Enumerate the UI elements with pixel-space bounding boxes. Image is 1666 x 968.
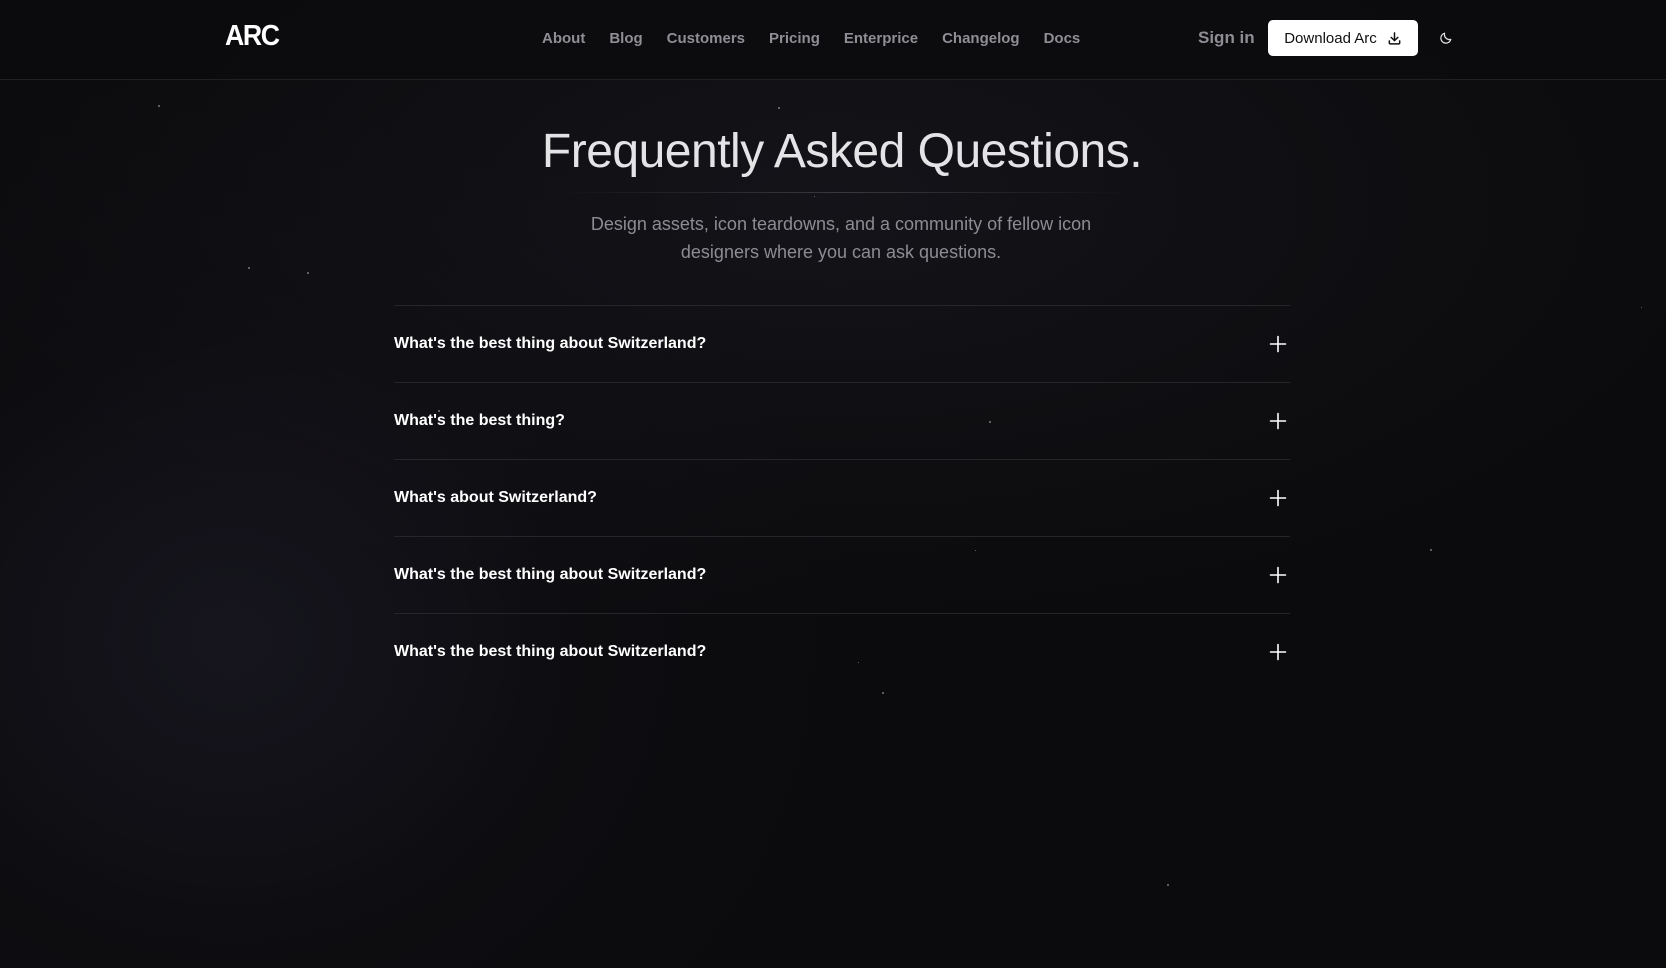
download-arc-button[interactable]: Download Arc bbox=[1268, 20, 1418, 56]
star-dot bbox=[158, 105, 160, 107]
faq-item[interactable]: What's the best thing about Switzerland? bbox=[394, 536, 1290, 613]
download-icon bbox=[1388, 31, 1401, 45]
plus-icon[interactable] bbox=[1268, 565, 1288, 585]
title-divider bbox=[553, 192, 1131, 193]
nav-link-enterprice[interactable]: Enterprice bbox=[844, 29, 918, 49]
star-dot bbox=[1167, 884, 1169, 886]
star-dot bbox=[814, 196, 815, 197]
nav-link-pricing[interactable]: Pricing bbox=[769, 29, 820, 49]
star-dot bbox=[1641, 307, 1642, 308]
page-subtitle: Design assets, icon teardowns, and a com… bbox=[590, 214, 1092, 262]
page-title: Frequently Asked Questions. bbox=[541, 125, 1143, 178]
star-dot bbox=[307, 272, 309, 274]
faq-question: What's the best thing about Switzerland? bbox=[394, 643, 707, 660]
moon-icon bbox=[1440, 32, 1452, 44]
star-dot bbox=[778, 107, 780, 109]
arc-logo[interactable]: ARC bbox=[225, 20, 280, 53]
download-button-label: Download Arc bbox=[1284, 29, 1377, 47]
plus-icon[interactable] bbox=[1268, 334, 1288, 354]
nav-link-about[interactable]: About bbox=[542, 29, 585, 49]
plus-icon[interactable] bbox=[1268, 411, 1288, 431]
faq-question: What's the best thing about Switzerland? bbox=[394, 335, 707, 352]
faq-item[interactable]: What's the best thing about Switzerland? bbox=[394, 613, 1290, 690]
faq-item[interactable]: What's the best thing about Switzerland? bbox=[394, 305, 1290, 382]
sign-in-link[interactable]: Sign in bbox=[1198, 28, 1255, 48]
faq-item[interactable]: What's about Switzerland? bbox=[394, 459, 1290, 536]
faq-question: What's the best thing? bbox=[394, 412, 565, 429]
main-nav: About Blog Customers Pricing Enterprice … bbox=[542, 29, 1104, 49]
faq-question: What's the best thing about Switzerland? bbox=[394, 566, 707, 583]
site-header: ARC About Blog Customers Pricing Enterpr… bbox=[0, 0, 1666, 80]
star-dot bbox=[882, 692, 884, 694]
nav-link-docs[interactable]: Docs bbox=[1044, 29, 1081, 49]
faq-list: What's the best thing about Switzerland?… bbox=[394, 305, 1290, 690]
faq-question: What's about Switzerland? bbox=[394, 489, 597, 506]
nav-link-blog[interactable]: Blog bbox=[609, 29, 642, 49]
nav-link-changelog[interactable]: Changelog bbox=[942, 29, 1020, 49]
plus-icon[interactable] bbox=[1268, 642, 1288, 662]
faq-item[interactable]: What's the best thing? bbox=[394, 382, 1290, 459]
nav-link-customers[interactable]: Customers bbox=[667, 29, 745, 49]
star-dot bbox=[1430, 549, 1432, 551]
star-dot bbox=[248, 267, 250, 269]
plus-icon[interactable] bbox=[1268, 488, 1288, 508]
theme-toggle-button[interactable] bbox=[1436, 28, 1456, 48]
faq-page: ARC About Blog Customers Pricing Enterpr… bbox=[0, 0, 1666, 968]
